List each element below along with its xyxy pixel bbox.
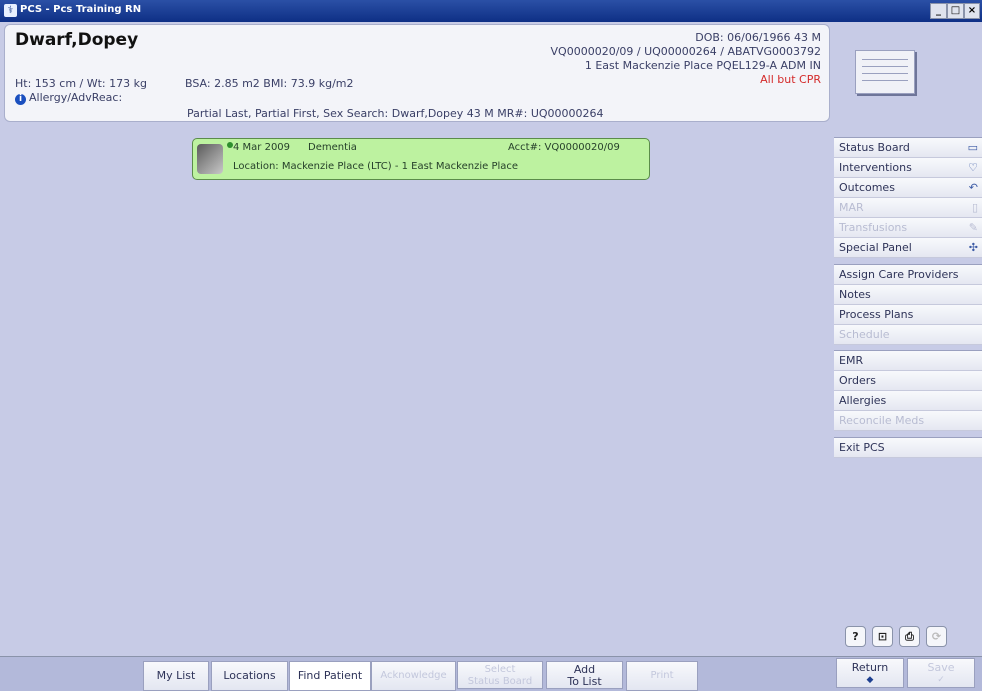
code-status: All but CPR	[760, 73, 821, 86]
sidebar-item-assign-care-providers[interactable]: Assign Care Providers	[834, 265, 982, 285]
allergy-label: Allergy/AdvReac:	[29, 91, 123, 104]
select-line1: Select	[484, 664, 516, 675]
my-list-button[interactable]: My List	[143, 661, 209, 691]
patient-ids: VQ0000020/09 / UQ00000264 / ABATVG000379…	[550, 45, 821, 58]
sidebar-item-label: Special Panel	[839, 241, 912, 254]
sidebar-group-charting: Status Board ▭ Interventions ♡ Outcomes ↶ M…	[834, 137, 982, 258]
sidebar-item-orders[interactable]: Orders	[834, 371, 982, 391]
patient-header: Dwarf,Dopey DOB: 06/06/1966 43 M VQ00000…	[4, 24, 830, 122]
sidebar-item-label: Status Board	[839, 141, 910, 154]
save-label: Save	[927, 661, 955, 674]
print-button: Print	[626, 661, 698, 691]
sidebar-item-transfusions: Transfusions ✎	[834, 218, 982, 238]
sidebar-item-emr[interactable]: EMR	[834, 351, 982, 371]
sidebar-item-reconcile-meds: Reconcile Meds	[834, 411, 982, 431]
find-patient-button[interactable]: Find Patient	[289, 661, 371, 691]
encounter-card[interactable]: 4 Mar 2009 Dementia Acct#: VQ0000020/09 …	[192, 138, 650, 180]
close-button[interactable]: ×	[964, 3, 980, 19]
sidebar-item-mar: MAR ▯	[834, 198, 982, 218]
encounter-location: Location: Mackenzie Place (LTC) - 1 East…	[233, 161, 519, 172]
info-icon: i	[15, 94, 26, 105]
transfusions-icon: ✎	[968, 221, 978, 234]
add-to-list-button[interactable]: Add To List	[546, 661, 623, 689]
status-board-icon: ▭	[967, 141, 978, 154]
select-status-board-button: Select Status Board	[457, 661, 543, 689]
sidebar-group-care: Assign Care Providers Notes Process Plan…	[834, 264, 982, 345]
help-button[interactable]: ?	[845, 626, 866, 647]
sidebar-item-notes[interactable]: Notes	[834, 285, 982, 305]
allergy-row[interactable]: i Allergy/AdvReac:	[15, 91, 122, 105]
sidebar-item-label: Outcomes	[839, 181, 895, 194]
locations-button[interactable]: Locations	[211, 661, 288, 691]
special-panel-icon: ✣	[968, 241, 978, 254]
refresh-button: ⟳	[926, 626, 947, 647]
encounter-account: Acct#: VQ0000020/09	[508, 142, 620, 153]
return-label: Return	[851, 661, 889, 674]
search-criteria: Partial Last, Partial First, Sex Search:…	[187, 107, 604, 120]
sidebar-item-label: MAR	[839, 201, 864, 214]
sidebar-item-interventions[interactable]: Interventions ♡	[834, 158, 982, 178]
patient-dob: DOB: 06/06/1966 43 M	[695, 31, 821, 44]
encounter-date: 4 Mar 2009	[233, 142, 291, 153]
outcomes-icon: ↶	[968, 181, 978, 194]
app-icon: ⚕	[4, 4, 17, 17]
save-button: Save ✓	[907, 658, 975, 688]
sidebar-item-label: Transfusions	[839, 221, 908, 234]
sidebar-group-records: EMR Orders Allergies Reconcile Meds	[834, 350, 982, 431]
app-logo-icon	[855, 50, 915, 94]
patient-portrait-icon	[197, 144, 223, 174]
sidebar-item-special-panel[interactable]: Special Panel ✣	[834, 238, 982, 258]
sidebar-item-exit-pcs[interactable]: Exit PCS	[834, 438, 982, 458]
checkmark-icon: ✓	[937, 675, 945, 685]
return-button[interactable]: Return ◆	[836, 658, 904, 688]
sidebar-item-outcomes[interactable]: Outcomes ↶	[834, 178, 982, 198]
lookup-button[interactable]: ⊡	[872, 626, 893, 647]
maximize-button[interactable]: □	[947, 3, 964, 19]
interventions-icon: ♡	[968, 161, 978, 174]
sidebar-item-allergies[interactable]: Allergies	[834, 391, 982, 411]
minimize-button[interactable]: _	[930, 3, 947, 19]
select-line2: Status Board	[467, 676, 533, 687]
height-weight: Ht: 153 cm / Wt: 173 kg	[15, 77, 147, 90]
main-panel	[4, 124, 829, 654]
mar-icon: ▯	[971, 201, 978, 214]
add-line2: To List	[567, 675, 602, 688]
window-title: PCS - Pcs Training RN	[20, 4, 142, 15]
print-icon-button[interactable]: ⎙	[899, 626, 920, 647]
return-diamond-icon: ◆	[866, 675, 874, 685]
encounter-diagnosis: Dementia	[308, 142, 357, 153]
bsa-bmi: BSA: 2.85 m2 BMI: 73.9 kg/m2	[185, 77, 354, 90]
sidebar-group-exit: Exit PCS	[834, 437, 982, 458]
patient-location: 1 East Mackenzie Place PQEL129-A ADM IN	[584, 59, 821, 72]
window-titlebar: ⚕ PCS - Pcs Training RN _ □ ×	[0, 0, 982, 22]
acknowledge-button: Acknowledge	[371, 661, 456, 691]
sidebar-item-schedule: Schedule	[834, 325, 982, 345]
sidebar-item-status-board[interactable]: Status Board ▭	[834, 138, 982, 158]
sidebar-item-label: Interventions	[839, 161, 912, 174]
sidebar-item-process-plans[interactable]: Process Plans	[834, 305, 982, 325]
patient-name: Dwarf,Dopey	[15, 30, 139, 50]
